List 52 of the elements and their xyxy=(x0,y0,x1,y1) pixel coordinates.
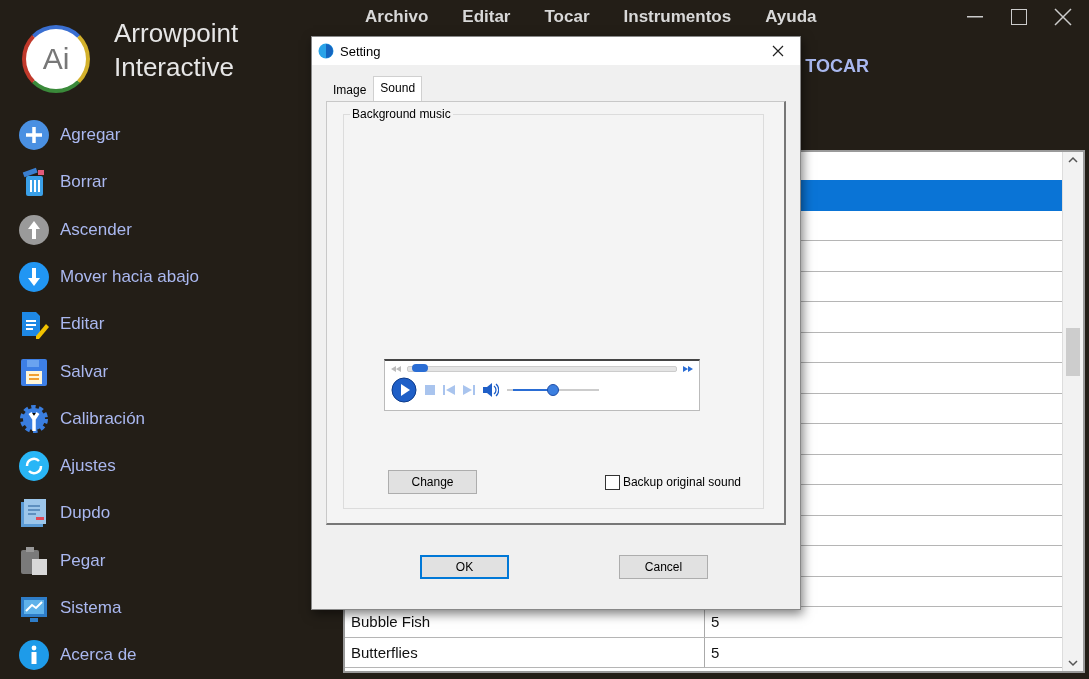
sidebar-item[interactable]: Borrar xyxy=(18,158,340,206)
info-icon xyxy=(18,639,50,672)
table-row[interactable]: Bubble Fish 5 xyxy=(345,607,1062,638)
table-row[interactable]: Butterflies 5 xyxy=(345,637,1062,668)
volume-thumb[interactable] xyxy=(547,384,559,396)
clipboard-icon xyxy=(18,544,50,577)
tab[interactable]: Image xyxy=(326,80,374,101)
table-cell-text: 5 xyxy=(710,612,721,632)
app-logo: Ai xyxy=(22,24,90,93)
dialog-button[interactable]: OK xyxy=(420,555,509,579)
sidebar-item[interactable]: Sistema xyxy=(18,584,340,632)
menu-item[interactable]: Tocar xyxy=(544,7,590,27)
menu-item[interactable]: Instrumentos xyxy=(623,7,732,27)
seek-bar[interactable] xyxy=(407,366,677,372)
tab[interactable]: Sound xyxy=(373,76,423,101)
sidebar-item[interactable]: Ascender xyxy=(18,206,340,254)
change-button[interactable]: Change xyxy=(388,470,477,494)
refresh-icon xyxy=(18,450,50,483)
scrollbar-thumb[interactable] xyxy=(1066,327,1080,376)
menu-item[interactable]: Archivo xyxy=(365,7,429,27)
dialog-title: Setting xyxy=(340,43,382,59)
section-heading: TOCAR xyxy=(805,55,869,77)
table-cell: Butterflies xyxy=(345,637,705,667)
minimize-icon[interactable] xyxy=(967,16,983,18)
sidebar-item[interactable]: Agregar xyxy=(18,111,340,159)
scroll-up-icon[interactable] xyxy=(1068,156,1078,163)
sidebar-item[interactable]: Pegar xyxy=(18,537,340,585)
seek-thumb[interactable] xyxy=(412,364,429,372)
backup-checkbox[interactable]: Backup original sound xyxy=(604,474,741,490)
sidebar-item[interactable]: Salvar xyxy=(18,347,340,396)
table-cell-text: 5 xyxy=(710,642,721,663)
menu-item[interactable]: Ayuda xyxy=(765,7,817,27)
plus-icon xyxy=(18,119,50,152)
sidebar-item[interactable]: Ajustes xyxy=(18,442,340,490)
sidebar-item[interactable]: Dupdo xyxy=(18,489,340,538)
speaker-icon[interactable] xyxy=(483,383,499,397)
gear-wrench-icon xyxy=(18,402,50,435)
fast-forward-icon[interactable] xyxy=(683,366,693,372)
menu-item[interactable]: Editar xyxy=(462,7,511,27)
checkbox[interactable] xyxy=(604,474,620,490)
scroll-down-icon[interactable] xyxy=(1068,660,1078,667)
close-icon[interactable] xyxy=(772,45,784,57)
app-title: Arrowpoint Interactive xyxy=(114,16,240,84)
play-icon[interactable] xyxy=(391,377,417,403)
sidebar-item[interactable]: Calibración xyxy=(18,395,340,443)
dialog-button[interactable]: Cancel xyxy=(619,555,708,579)
sidebar-item[interactable]: Mover hacia abajo xyxy=(18,253,340,301)
app-icon xyxy=(318,43,334,59)
sidebar-item[interactable]: Editar xyxy=(18,300,340,348)
maximize-icon[interactable] xyxy=(1011,9,1027,25)
sidebar-item[interactable]: Acerca de xyxy=(18,631,340,679)
group-label: Background music xyxy=(350,107,453,121)
